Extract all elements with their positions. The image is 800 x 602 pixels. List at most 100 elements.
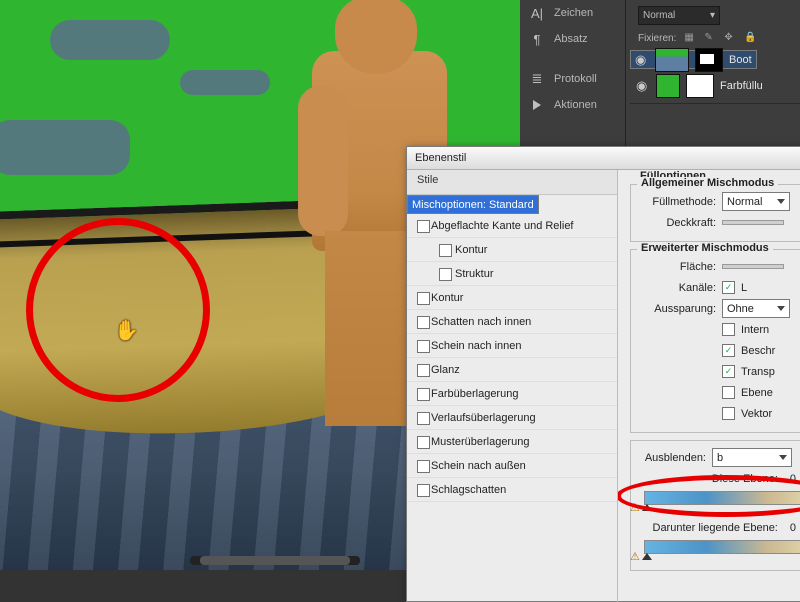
style-list: Stile Mischoptionen: Standard Abgeflachte… bbox=[407, 170, 618, 602]
play-icon bbox=[530, 98, 544, 112]
style-item[interactable]: Kontur bbox=[407, 238, 617, 262]
style-checkbox[interactable] bbox=[417, 460, 430, 473]
style-item[interactable]: Musterüberlagerung bbox=[407, 430, 617, 454]
style-checkbox[interactable] bbox=[417, 316, 430, 329]
layer-lock-row: Fixieren: ▦ ✎ ✥ 🔒 bbox=[630, 26, 800, 50]
style-checkbox[interactable] bbox=[417, 292, 430, 305]
blend-mode-value: Normal bbox=[643, 10, 675, 21]
layer-mask-thumbnail[interactable] bbox=[695, 48, 723, 72]
style-list-header: Stile bbox=[407, 170, 617, 195]
style-item[interactable]: Mischoptionen: Standard bbox=[407, 195, 539, 214]
horizontal-scrollbar-thumb[interactable] bbox=[200, 556, 350, 565]
style-checkbox[interactable] bbox=[417, 436, 430, 449]
cb-vector-mask-hides[interactable] bbox=[722, 407, 735, 420]
under-layer-blend-slider[interactable] bbox=[644, 540, 800, 554]
lock-label: Fixieren: bbox=[638, 33, 676, 44]
style-label: Schein nach innen bbox=[431, 340, 522, 352]
style-item[interactable]: Glanz bbox=[407, 358, 617, 382]
style-item[interactable]: Schatten nach innen bbox=[407, 310, 617, 334]
slider-handle-black[interactable] bbox=[642, 553, 652, 560]
style-label: Schatten nach innen bbox=[431, 316, 531, 328]
style-label: Verlaufsüberlagerung bbox=[431, 412, 536, 424]
panel-label: Absatz bbox=[554, 33, 588, 45]
panel-tab-protokoll[interactable]: ≣ Protokoll bbox=[520, 66, 625, 92]
style-item[interactable]: Schlagschatten bbox=[407, 478, 617, 502]
layer-style-dialog: Ebenenstil Stile Mischoptionen: Standard… bbox=[406, 146, 800, 602]
style-item[interactable]: Farbüberlagerung bbox=[407, 382, 617, 406]
opacity-slider[interactable] bbox=[722, 220, 784, 225]
style-checkbox[interactable] bbox=[417, 412, 430, 425]
fill-opacity-slider[interactable] bbox=[722, 264, 784, 269]
this-layer-blend-slider[interactable] bbox=[644, 491, 800, 505]
under-layer-value: 0 bbox=[790, 522, 796, 534]
cb-interior-effects[interactable] bbox=[722, 323, 735, 336]
style-item[interactable]: Schein nach innen bbox=[407, 334, 617, 358]
style-item[interactable]: Verlaufsüberlagerung bbox=[407, 406, 617, 430]
fill-opacity-label: Fläche: bbox=[638, 261, 716, 273]
this-layer-value: 0 bbox=[790, 473, 796, 485]
style-checkbox[interactable] bbox=[417, 484, 430, 497]
panel-tab-aktionen[interactable]: Aktionen bbox=[520, 92, 625, 118]
layer-blend-mode-select[interactable]: Normal▾ bbox=[638, 6, 720, 25]
style-item[interactable]: Schein nach außen bbox=[407, 454, 617, 478]
visibility-toggle-icon[interactable]: ◉ bbox=[636, 78, 650, 94]
style-item[interactable]: Kontur bbox=[407, 286, 617, 310]
layer-thumbnail[interactable] bbox=[655, 48, 689, 72]
style-checkbox[interactable] bbox=[439, 268, 452, 281]
warning-icon: ⚠ bbox=[630, 550, 640, 563]
lock-transparency-icon[interactable]: ▦ bbox=[684, 32, 696, 44]
panel-label: Protokoll bbox=[554, 73, 597, 85]
lock-paint-icon[interactable]: ✎ bbox=[704, 32, 716, 44]
style-label: Struktur bbox=[455, 268, 494, 280]
blending-options-panel: Fülloptionen Allgemeiner Mischmodus Füll… bbox=[618, 170, 800, 602]
layer-row-boot[interactable]: ◉ Boot bbox=[630, 50, 757, 69]
knockout-label: Aussparung: bbox=[638, 303, 716, 315]
style-checkbox[interactable] bbox=[417, 364, 430, 377]
style-checkbox[interactable] bbox=[417, 340, 430, 353]
layer-mask-thumbnail[interactable] bbox=[686, 74, 714, 98]
blend-method-select[interactable]: Normal bbox=[722, 192, 790, 211]
lock-all-icon[interactable]: 🔒 bbox=[744, 32, 756, 44]
knockout-select[interactable]: Ohne bbox=[722, 299, 790, 318]
visibility-toggle-icon[interactable]: ◉ bbox=[635, 52, 649, 68]
style-label: Farbüberlagerung bbox=[431, 388, 518, 400]
cb-layer-mask-hides[interactable] bbox=[722, 386, 735, 399]
this-layer-label: Diese Ebene: bbox=[638, 473, 784, 485]
layer-name[interactable]: Boot bbox=[729, 54, 752, 66]
opacity-label: Deckkraft: bbox=[638, 217, 716, 229]
panel-label: Zeichen bbox=[554, 7, 593, 19]
hand-cursor-icon: ✋ bbox=[114, 318, 139, 343]
style-label: Kontur bbox=[455, 244, 487, 256]
dialog-titlebar[interactable]: Ebenenstil bbox=[407, 147, 800, 170]
style-label: Mischoptionen: Standard bbox=[412, 199, 534, 211]
layer-name[interactable]: Farbfüllu bbox=[720, 80, 763, 92]
cb-transparency-shapes[interactable] bbox=[722, 365, 735, 378]
panel-tab-zeichen[interactable]: A| Zeichen bbox=[520, 0, 625, 26]
blend-method-label: Füllmethode: bbox=[638, 196, 716, 208]
lock-move-icon[interactable]: ✥ bbox=[724, 32, 736, 44]
style-label: Schlagschatten bbox=[431, 484, 506, 496]
layers-panel: Normal▾ Fixieren: ▦ ✎ ✥ 🔒 ◉ Boot ◉ Farbf… bbox=[630, 0, 800, 104]
style-label: Kontur bbox=[431, 292, 463, 304]
style-item[interactable]: Abgeflachte Kante und Relief bbox=[407, 214, 617, 238]
warning-icon: ⚠ bbox=[630, 501, 640, 514]
slider-handle-black[interactable] bbox=[642, 504, 652, 511]
style-item[interactable]: Struktur bbox=[407, 262, 617, 286]
style-checkbox[interactable] bbox=[417, 388, 430, 401]
style-checkbox[interactable] bbox=[417, 220, 430, 233]
cb-clipped-layers[interactable] bbox=[722, 344, 735, 357]
blendif-label: Ausblenden: bbox=[638, 452, 706, 464]
style-label: Abgeflachte Kante und Relief bbox=[431, 220, 574, 232]
history-icon: ≣ bbox=[530, 72, 544, 86]
style-label: Schein nach außen bbox=[431, 460, 526, 472]
blendif-channel-select[interactable]: b bbox=[712, 448, 792, 467]
paragraph-icon: ¶ bbox=[530, 32, 544, 46]
channels-label: Kanäle: bbox=[638, 282, 716, 294]
layer-row-fill[interactable]: ◉ Farbfüllu bbox=[630, 69, 800, 104]
channel-l-checkbox[interactable] bbox=[722, 281, 735, 294]
style-label: Musterüberlagerung bbox=[431, 436, 529, 448]
fill-layer-swatch[interactable] bbox=[656, 74, 680, 98]
panel-tab-absatz[interactable]: ¶ Absatz bbox=[520, 26, 625, 52]
style-checkbox[interactable] bbox=[439, 244, 452, 257]
channel-l-label: L bbox=[741, 282, 747, 294]
